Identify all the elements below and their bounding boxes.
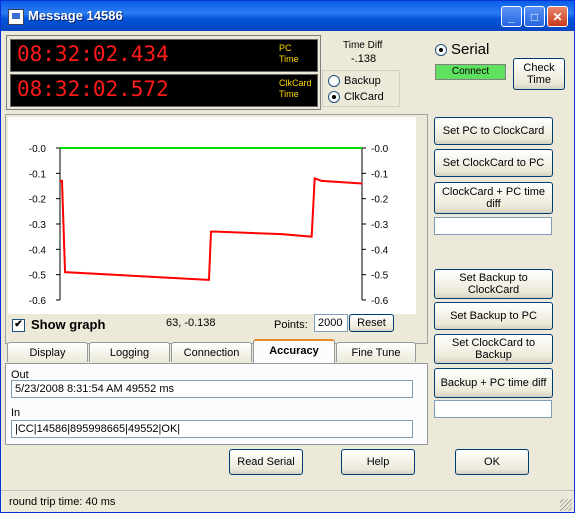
offset-data-point — [210, 230, 212, 233]
graph-panel: -0.0 -0.0 -0.1 -0.1 -0.2 -0.2 -0.3 -0.3 -0.4 -0.4… — [5, 114, 428, 344]
maximize-button[interactable]: □ — [524, 6, 545, 27]
tab-accuracy[interactable]: Accuracy — [253, 339, 335, 363]
tab-connection[interactable]: Connection — [171, 342, 252, 362]
check-time-button[interactable]: Check Time — [513, 58, 565, 90]
offset-data-point — [61, 180, 63, 182]
in-field[interactable]: |CC|14586|895998665|49552|OK| — [11, 420, 413, 438]
y-tick-label-right: -0.1 — [371, 169, 389, 180]
clkcard-radio-label: ClkCard — [344, 91, 384, 103]
offset-data-point — [361, 182, 363, 185]
clkcard-radio[interactable]: ClkCard — [328, 91, 384, 104]
pc-time-label-2: Time — [279, 54, 299, 64]
radio-indicator-selected — [435, 44, 447, 57]
show-graph-label: Show graph — [31, 317, 106, 332]
y-tick-label-left: -0.2 — [29, 195, 47, 206]
set-clockcard-to-pc-button[interactable]: Set ClockCard to PC — [434, 149, 553, 177]
reset-button[interactable]: Reset — [349, 314, 394, 332]
y-tick-label-right: -0.6 — [371, 296, 389, 307]
in-label: In — [11, 407, 21, 419]
y-tick-label-left: -0.4 — [29, 245, 47, 256]
backup-pc-diff-button[interactable]: Backup + PC time diff — [434, 368, 553, 398]
connect-status: Connect — [435, 64, 506, 80]
close-button[interactable]: ✕ — [547, 6, 568, 27]
backup-pc-diff-field[interactable] — [434, 400, 552, 418]
y-tick-label-left: -0.6 — [29, 296, 47, 307]
status-bar: round trip time: 40 ms — [1, 490, 574, 512]
y-tick-label-right: -0.2 — [371, 195, 389, 206]
time-diff-label: Time Diff — [343, 40, 383, 51]
resize-grip-icon[interactable] — [560, 499, 572, 511]
offset-data-point — [320, 180, 323, 182]
set-backup-to-clockcard-button[interactable]: Set Backup to ClockCard — [434, 269, 553, 299]
pc-time-label-1: PC — [279, 43, 292, 53]
y-tick-label-right: -0.3 — [371, 220, 389, 231]
clkcard-time-label-1: ClkCard — [279, 78, 312, 88]
tab-display[interactable]: Display — [7, 342, 88, 362]
radio-indicator — [328, 75, 340, 88]
tab-logging[interactable]: Logging — [89, 342, 170, 362]
time-diff-value: -.138 — [351, 53, 377, 65]
read-serial-button[interactable]: Read Serial — [229, 449, 303, 475]
window-title: Message 14586 — [28, 8, 123, 23]
offset-data-point — [313, 177, 316, 180]
clkcard-time-display: 08:32:02.572 ClkCard Time — [10, 74, 318, 107]
offset-data-point — [215, 230, 217, 233]
graph-area: -0.0 -0.0 -0.1 -0.1 -0.2 -0.2 -0.3 -0.3 -0.4 -0.4… — [8, 117, 416, 314]
points-input[interactable]: 2000 — [314, 314, 348, 332]
tab-strip: Display Logging Connection Accuracy Fine… — [5, 339, 426, 364]
out-field[interactable]: 5/23/2008 8:31:54 AM 49552 ms — [11, 380, 413, 398]
points-label: Points: — [274, 319, 308, 331]
radio-indicator-selected — [328, 91, 340, 104]
y-tick-label-right: -0.5 — [371, 271, 389, 282]
y-tick-label-left: -0.1 — [29, 169, 47, 180]
help-button[interactable]: Help — [341, 449, 415, 475]
y-tick-label-left: -0.5 — [29, 271, 47, 282]
y-tick-label-left: -0.0 — [29, 144, 47, 155]
status-text: round trip time: 40 ms — [9, 496, 116, 508]
offset-series-line — [60, 177, 363, 281]
minimize-button[interactable]: _ — [501, 6, 522, 27]
clkcard-time-label-2: Time — [279, 89, 299, 99]
app-icon — [8, 9, 24, 25]
offset-data-point — [208, 278, 210, 281]
serial-radio[interactable]: Serial — [435, 41, 489, 58]
accuracy-tab-panel: Out 5/23/2008 8:31:54 AM 49552 ms In |CC… — [5, 363, 428, 445]
pc-time-value: 08:32:02.434 — [17, 42, 169, 66]
clockcard-pc-diff-field[interactable] — [434, 217, 552, 235]
y-tick-label-right: -0.4 — [371, 245, 389, 256]
backup-radio[interactable]: Backup — [328, 75, 381, 88]
cursor-readout: 63, -0.138 — [166, 317, 216, 329]
clock-panel: 08:32:02.434 PC Time 08:32:02.572 ClkCard… — [6, 35, 321, 110]
offset-data-point — [205, 278, 207, 281]
set-pc-to-clockcard-button[interactable]: Set PC to ClockCard — [434, 117, 553, 145]
clkcard-time-value: 08:32:02.572 — [17, 77, 169, 101]
clockcard-pc-diff-button[interactable]: ClockCard + PC time diff — [434, 182, 553, 214]
message-window: Message 14586 _ □ ✕ 08:32:02.434 PC Time … — [0, 0, 575, 513]
set-clockcard-to-backup-button[interactable]: Set ClockCard to Backup — [434, 334, 553, 364]
serial-label: Serial — [451, 41, 490, 58]
title-bar[interactable]: Message 14586 _ □ ✕ — [1, 1, 574, 31]
tab-fine-tune[interactable]: Fine Tune — [336, 342, 416, 362]
y-tick-label-left: -0.3 — [29, 220, 47, 231]
offset-chart: -0.0 -0.0 -0.1 -0.1 -0.2 -0.2 -0.3 -0.3 -0.4 -0.4… — [29, 144, 389, 307]
offset-data-point — [280, 233, 283, 235]
offset-data-point — [310, 235, 313, 238]
set-backup-to-pc-button[interactable]: Set Backup to PC — [434, 302, 553, 330]
y-tick-label-right: -0.0 — [371, 144, 389, 155]
offset-data-point — [59, 180, 61, 182]
backup-radio-label: Backup — [344, 75, 381, 87]
checkmark-icon: ✔ — [12, 319, 25, 333]
ok-button[interactable]: OK — [455, 449, 529, 475]
offset-data-point — [64, 271, 66, 273]
show-graph-checkbox[interactable]: ✔ Show graph — [12, 317, 106, 333]
pc-time-display: 08:32:02.434 PC Time — [10, 39, 318, 72]
